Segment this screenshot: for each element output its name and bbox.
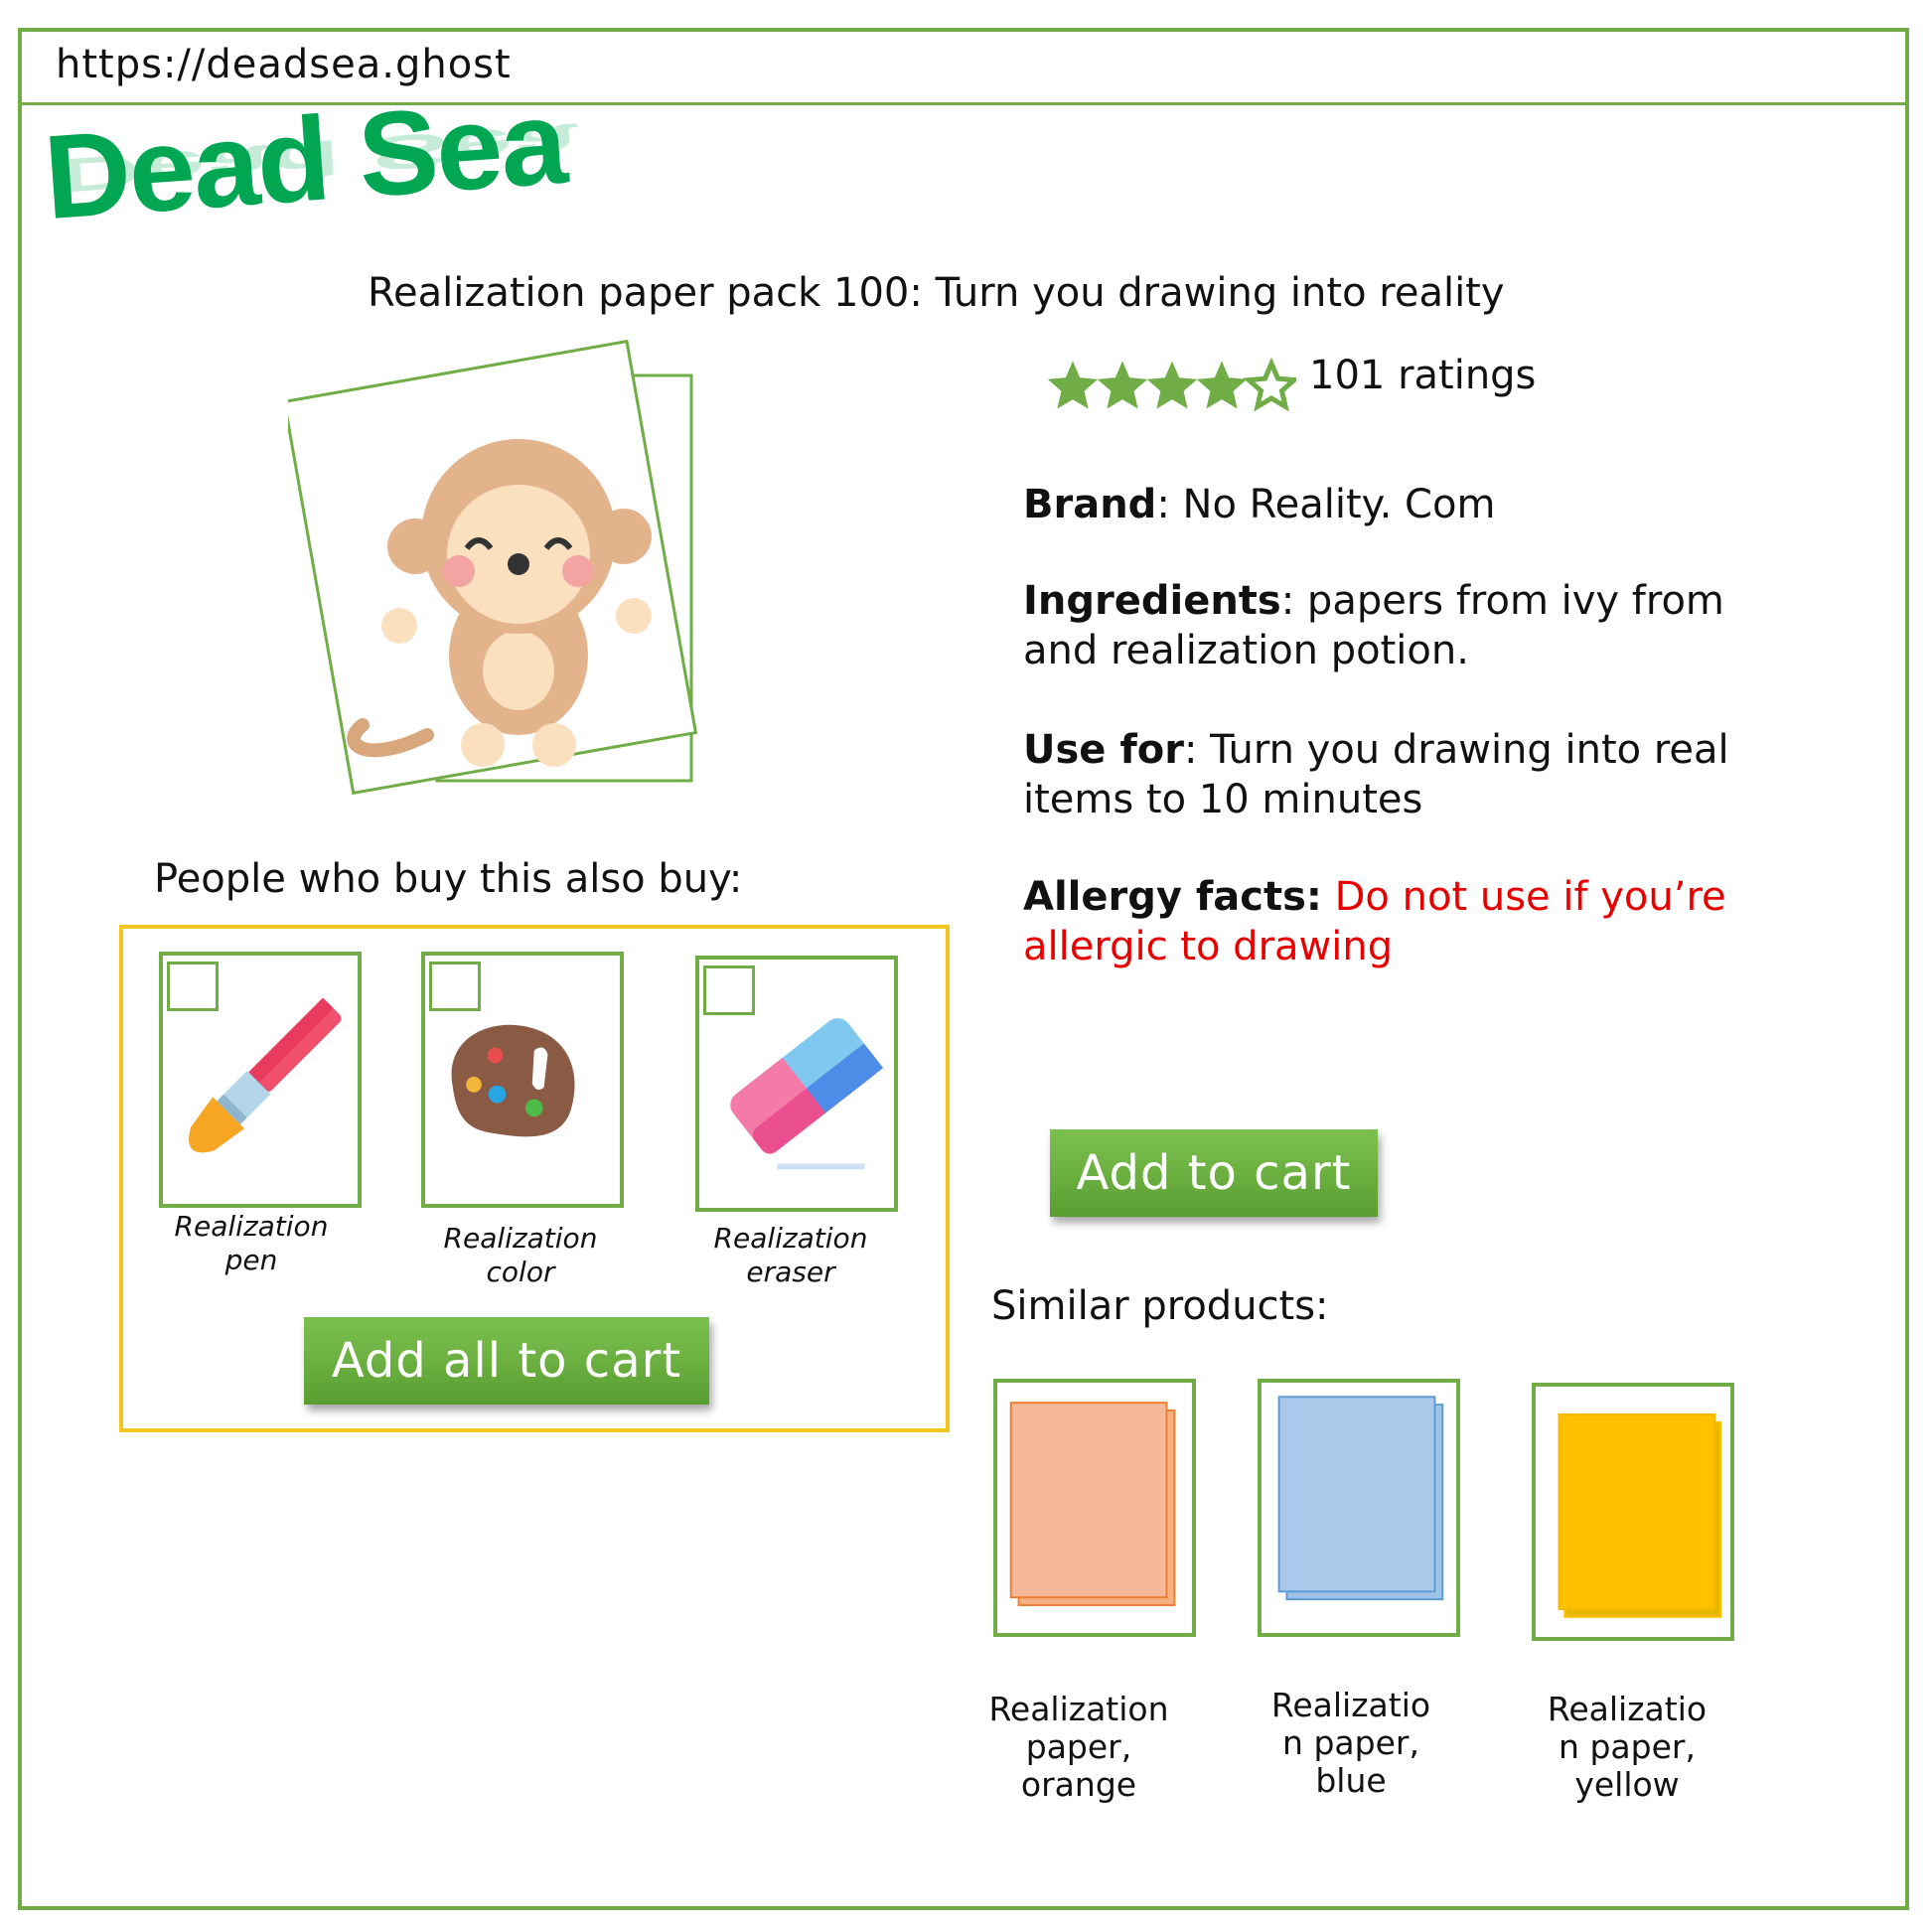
similar-products-label: Similar products: xyxy=(991,1283,1329,1329)
rating-stars xyxy=(1048,357,1296,412)
eraser-icon xyxy=(730,1018,884,1170)
ingredients-value-line2: and realization potion. xyxy=(1023,628,1469,673)
ingredients-info: Ingredients: papers from ivy from and re… xyxy=(1023,576,1738,675)
add-to-cart-button[interactable]: Add to cart xyxy=(1050,1129,1378,1217)
brand-info: Brand: No Reality. Com xyxy=(1023,480,1738,529)
similar-item-yellow[interactable] xyxy=(1532,1383,1734,1641)
similar-caption-blue: Realizatio n paper, blue xyxy=(1270,1686,1431,1800)
palette-icon xyxy=(451,1024,575,1137)
allergy-warning-line2: allergic to drawing xyxy=(1023,924,1394,969)
allergy-key: Allergy facts: xyxy=(1023,874,1322,920)
star-filled-icon xyxy=(1097,361,1148,409)
product-image xyxy=(288,339,698,795)
allergy-warning: Do not use if you’re xyxy=(1334,874,1726,920)
similar-caption-orange: Realization paper, orange xyxy=(988,1690,1169,1804)
star-filled-icon xyxy=(1146,361,1198,409)
also-buy-item-eraser[interactable] xyxy=(695,956,898,1212)
paintbrush-icon xyxy=(189,997,342,1153)
also-buy-caption-eraser: Realization eraser xyxy=(713,1222,868,1288)
product-title: Realization paper pack 100: Turn you dra… xyxy=(368,270,1505,316)
star-filled-icon xyxy=(1048,361,1099,409)
similar-caption-yellow: Realizatio n paper, yellow xyxy=(1547,1690,1708,1804)
orange-paper-icon xyxy=(1009,1402,1176,1606)
also-buy-item-pen[interactable] xyxy=(159,952,362,1208)
also-buy-caption-pen: Realization pen xyxy=(174,1210,329,1276)
brand-value: : No Reality. Com xyxy=(1156,482,1496,527)
usefor-value-line2: items to 10 minutes xyxy=(1023,777,1423,822)
also-buy-item-color[interactable] xyxy=(421,952,624,1208)
add-all-to-cart-button[interactable]: Add all to cart xyxy=(304,1317,709,1405)
ingredients-key: Ingredients xyxy=(1023,578,1281,624)
brand-key: Brand xyxy=(1023,482,1157,527)
yellow-paper-icon xyxy=(1558,1413,1722,1618)
ingredients-value: : papers from ivy from xyxy=(1280,578,1724,624)
star-empty-icon xyxy=(1243,357,1296,412)
allergy-info: Allergy facts: Do not use if you’re alle… xyxy=(1023,872,1738,971)
rating-count[interactable]: 101 ratings xyxy=(1309,353,1536,398)
also-buy-caption-color: Realization color xyxy=(443,1222,598,1288)
usefor-key: Use for xyxy=(1023,727,1184,773)
similar-item-blue[interactable] xyxy=(1258,1379,1460,1637)
usefor-value: : Turn you drawing into real xyxy=(1183,727,1729,773)
usefor-info: Use for: Turn you drawing into real item… xyxy=(1023,725,1738,824)
also-buy-label: People who buy this also buy: xyxy=(154,856,743,902)
star-filled-icon xyxy=(1196,361,1248,409)
similar-item-orange[interactable] xyxy=(993,1379,1196,1637)
blue-paper-icon xyxy=(1277,1396,1444,1601)
